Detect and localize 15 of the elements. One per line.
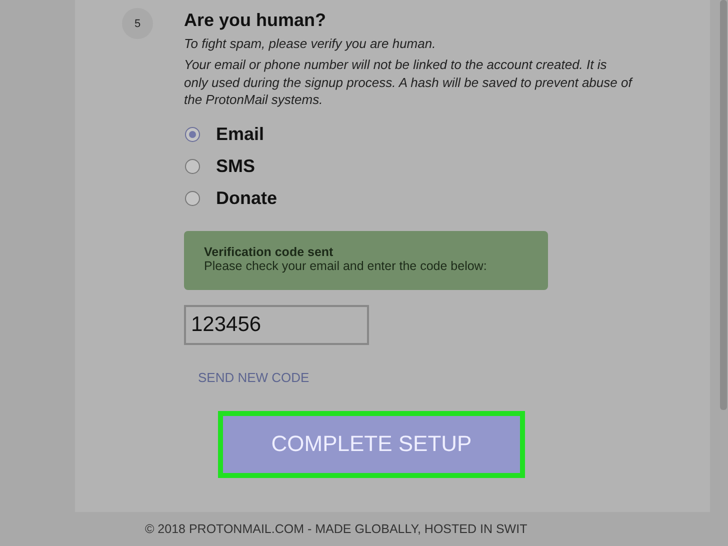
code-field[interactable]: 123456 [184, 304, 369, 344]
privacy-note: Your email or phone number will not be linked to the account created. It is only used during the signup process. A hash will be saved to prevent abuse of the ProtonMail systems. [184, 56, 634, 108]
section-title: Are you human? [184, 10, 328, 31]
step-number: 5 [122, 8, 153, 39]
footer-text: © 2018 PROTONMAIL.COM - MADE GLOBALLY, HOSTED IN SWIT [145, 522, 528, 536]
radio-button[interactable] [185, 126, 200, 142]
radio-label[interactable]: SMS [216, 156, 256, 176]
subtitle: To fight spam, please verify you are human. [184, 36, 437, 51]
radio-button[interactable] [185, 158, 200, 174]
radio-button[interactable] [185, 190, 200, 206]
radio-label[interactable]: Email [216, 124, 264, 144]
alert-message: Please check your email and enter the code below: [204, 258, 488, 272]
alert-title: Verification code sent [204, 244, 334, 258]
radio-label[interactable]: Donate [216, 188, 278, 208]
scrollbar[interactable] [720, 0, 727, 410]
